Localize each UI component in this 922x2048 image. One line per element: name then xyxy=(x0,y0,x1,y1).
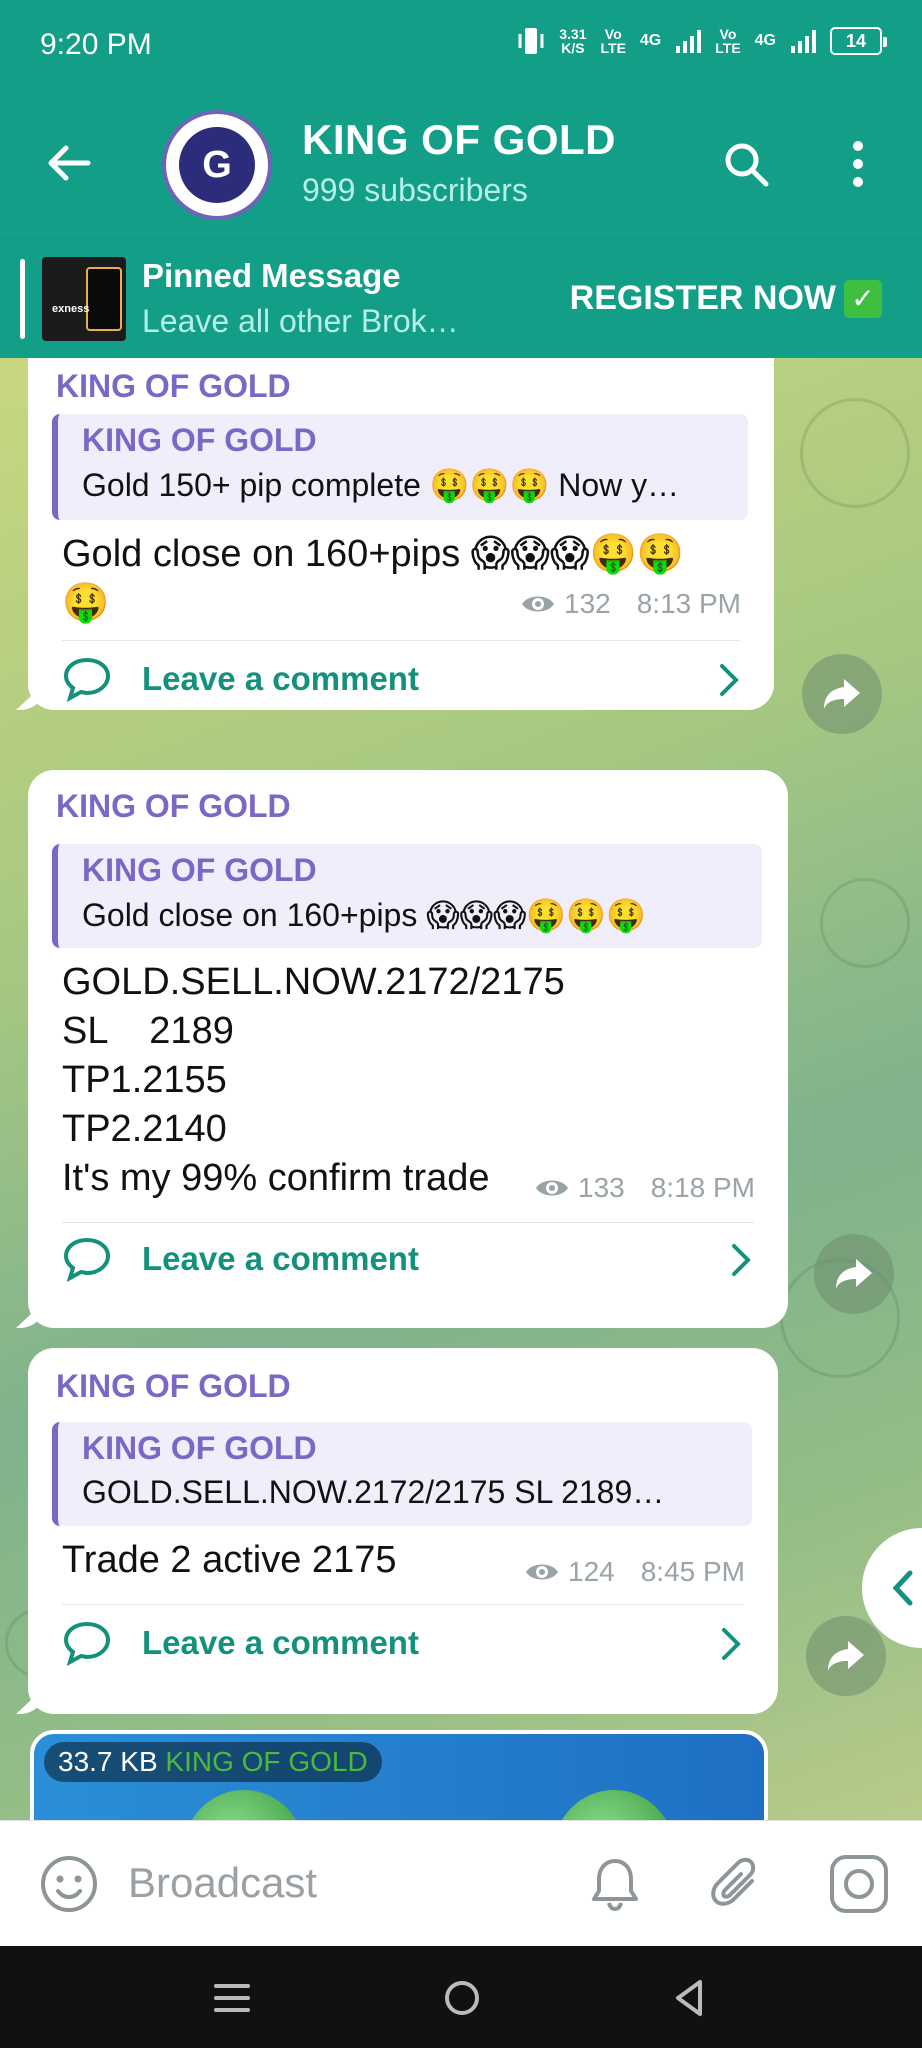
forward-button[interactable] xyxy=(802,654,882,734)
leave-comment-button[interactable]: Leave a comment xyxy=(62,1620,419,1666)
share-arrow-icon xyxy=(828,1641,864,1671)
net-4g-1: 4G xyxy=(639,32,662,49)
signal-icon-2 xyxy=(791,30,816,53)
forward-button[interactable] xyxy=(814,1234,894,1314)
chevron-right-icon xyxy=(732,1244,751,1276)
views-eye-icon xyxy=(536,1180,568,1196)
message-sender: KING OF GOLD xyxy=(56,368,291,404)
comment-bubble-icon xyxy=(63,657,111,702)
chat-area[interactable]: KING OF GOLD KING OF GOLD Gold 150+ pip … xyxy=(0,358,922,1820)
check-mark-icon: ✓ xyxy=(844,279,882,318)
emoji-icon[interactable] xyxy=(36,1851,102,1917)
message-sender: KING OF GOLD xyxy=(56,1368,291,1404)
message-bubble[interactable]: KING OF GOLD KING OF GOLD GOLD.SELL.NOW.… xyxy=(16,1348,778,1714)
more-options-icon[interactable] xyxy=(846,138,870,190)
back-nav-icon[interactable] xyxy=(668,1976,712,2020)
reply-preview[interactable]: KING OF GOLD Gold close on 160+pips 😱😱😱🤑… xyxy=(52,844,762,948)
net-speed: 3.31 K/S xyxy=(559,26,587,56)
volte-1: Vo LTE xyxy=(600,26,626,56)
message-text: GOLD.SELL.NOW.2172/2175 SL 2189 TP1.2155… xyxy=(62,961,565,1199)
search-icon[interactable] xyxy=(720,138,772,190)
reply-preview[interactable]: KING OF GOLD Gold 150+ pip complete 🤑🤑🤑 … xyxy=(52,414,748,520)
views-eye-icon xyxy=(522,596,554,612)
pinned-title: Pinned Message xyxy=(142,257,401,294)
message-meta: 133 8:18 PM xyxy=(534,1172,755,1204)
message-bubble[interactable]: KING OF GOLD KING OF GOLD Gold close on … xyxy=(16,770,788,1328)
comment-bubble-icon xyxy=(63,1237,111,1282)
media-size-badge: 33.7 KB KING OF GOLD xyxy=(44,1742,382,1782)
back-arrow-icon[interactable] xyxy=(44,138,94,188)
share-arrow-icon xyxy=(836,1259,872,1289)
channel-title[interactable]: KING OF GOLD xyxy=(302,116,616,164)
attach-icon[interactable] xyxy=(704,1851,770,1917)
pinned-thumbnail: exness xyxy=(42,257,126,341)
avatar-logo-icon: G xyxy=(179,127,255,203)
status-time: 9:20 PM xyxy=(40,28,152,61)
signal-icon xyxy=(676,30,702,53)
channel-header: G KING OF GOLD 999 subscribers xyxy=(0,90,922,238)
message-sender: KING OF GOLD xyxy=(56,788,291,824)
vibrate-icon xyxy=(518,28,544,54)
reply-name: KING OF GOLD xyxy=(82,1430,317,1466)
reply-text: Gold close on 160+pips 😱😱😱🤑🤑🤑 xyxy=(82,897,646,933)
message-bubble[interactable]: KING OF GOLD KING OF GOLD Gold 150+ pip … xyxy=(16,358,774,710)
menu-nav-icon[interactable] xyxy=(210,1976,254,2020)
chevron-left-icon xyxy=(892,1570,913,1606)
reply-text: Gold 150+ pip complete 🤑🤑🤑 Now y… xyxy=(82,467,680,503)
system-nav-bar xyxy=(0,1946,922,2048)
broadcast-input-bar: Broadcast xyxy=(0,1820,922,1946)
home-nav-icon[interactable] xyxy=(440,1976,484,2020)
leave-comment-button[interactable]: Leave a comment xyxy=(62,656,419,702)
chevron-right-icon xyxy=(722,1628,741,1660)
forward-button[interactable] xyxy=(806,1616,886,1696)
message-meta: 124 8:45 PM xyxy=(524,1556,745,1588)
pinned-text: Leave all other Brok… xyxy=(142,303,459,339)
broadcast-input[interactable]: Broadcast xyxy=(128,1859,317,1907)
views-eye-icon xyxy=(526,1564,558,1580)
register-now-button[interactable]: REGISTER NOW ✓ xyxy=(570,279,882,318)
reply-preview[interactable]: KING OF GOLD GOLD.SELL.NOW.2172/2175 SL … xyxy=(52,1422,752,1526)
leave-comment-button[interactable]: Leave a comment xyxy=(62,1236,419,1282)
chevron-right-icon xyxy=(720,664,739,696)
comment-bubble-icon xyxy=(63,1621,111,1666)
bell-icon[interactable] xyxy=(582,1851,648,1917)
reply-name: KING OF GOLD xyxy=(82,852,317,888)
subscriber-count: 999 subscribers xyxy=(302,172,528,208)
pinned-indicator xyxy=(20,259,25,339)
status-bar: 9:20 PM 3.31 K/S Vo LTE 4G Vo LTE 4G 14 xyxy=(0,0,922,90)
channel-avatar[interactable]: G xyxy=(162,110,272,220)
volte-2: Vo LTE xyxy=(715,26,741,56)
message-meta: 132 8:13 PM xyxy=(520,588,741,620)
reply-name: KING OF GOLD xyxy=(82,422,317,458)
media-message[interactable]: 33.7 KB KING OF GOLD xyxy=(30,1730,768,1820)
share-arrow-icon xyxy=(824,679,860,709)
reply-text: GOLD.SELL.NOW.2172/2175 SL 2189… xyxy=(82,1474,665,1510)
pinned-message-bar[interactable]: exness Pinned Message Leave all other Br… xyxy=(0,238,922,358)
net-4g-2: 4G xyxy=(754,32,776,49)
status-icons: 3.31 K/S Vo LTE 4G Vo LTE 4G 14 xyxy=(517,26,887,56)
battery-icon: 14 xyxy=(830,27,887,55)
message-text: Trade 2 active 2175 xyxy=(62,1539,397,1581)
camera-icon[interactable] xyxy=(826,1851,892,1917)
exness-logo: exness xyxy=(52,303,90,315)
